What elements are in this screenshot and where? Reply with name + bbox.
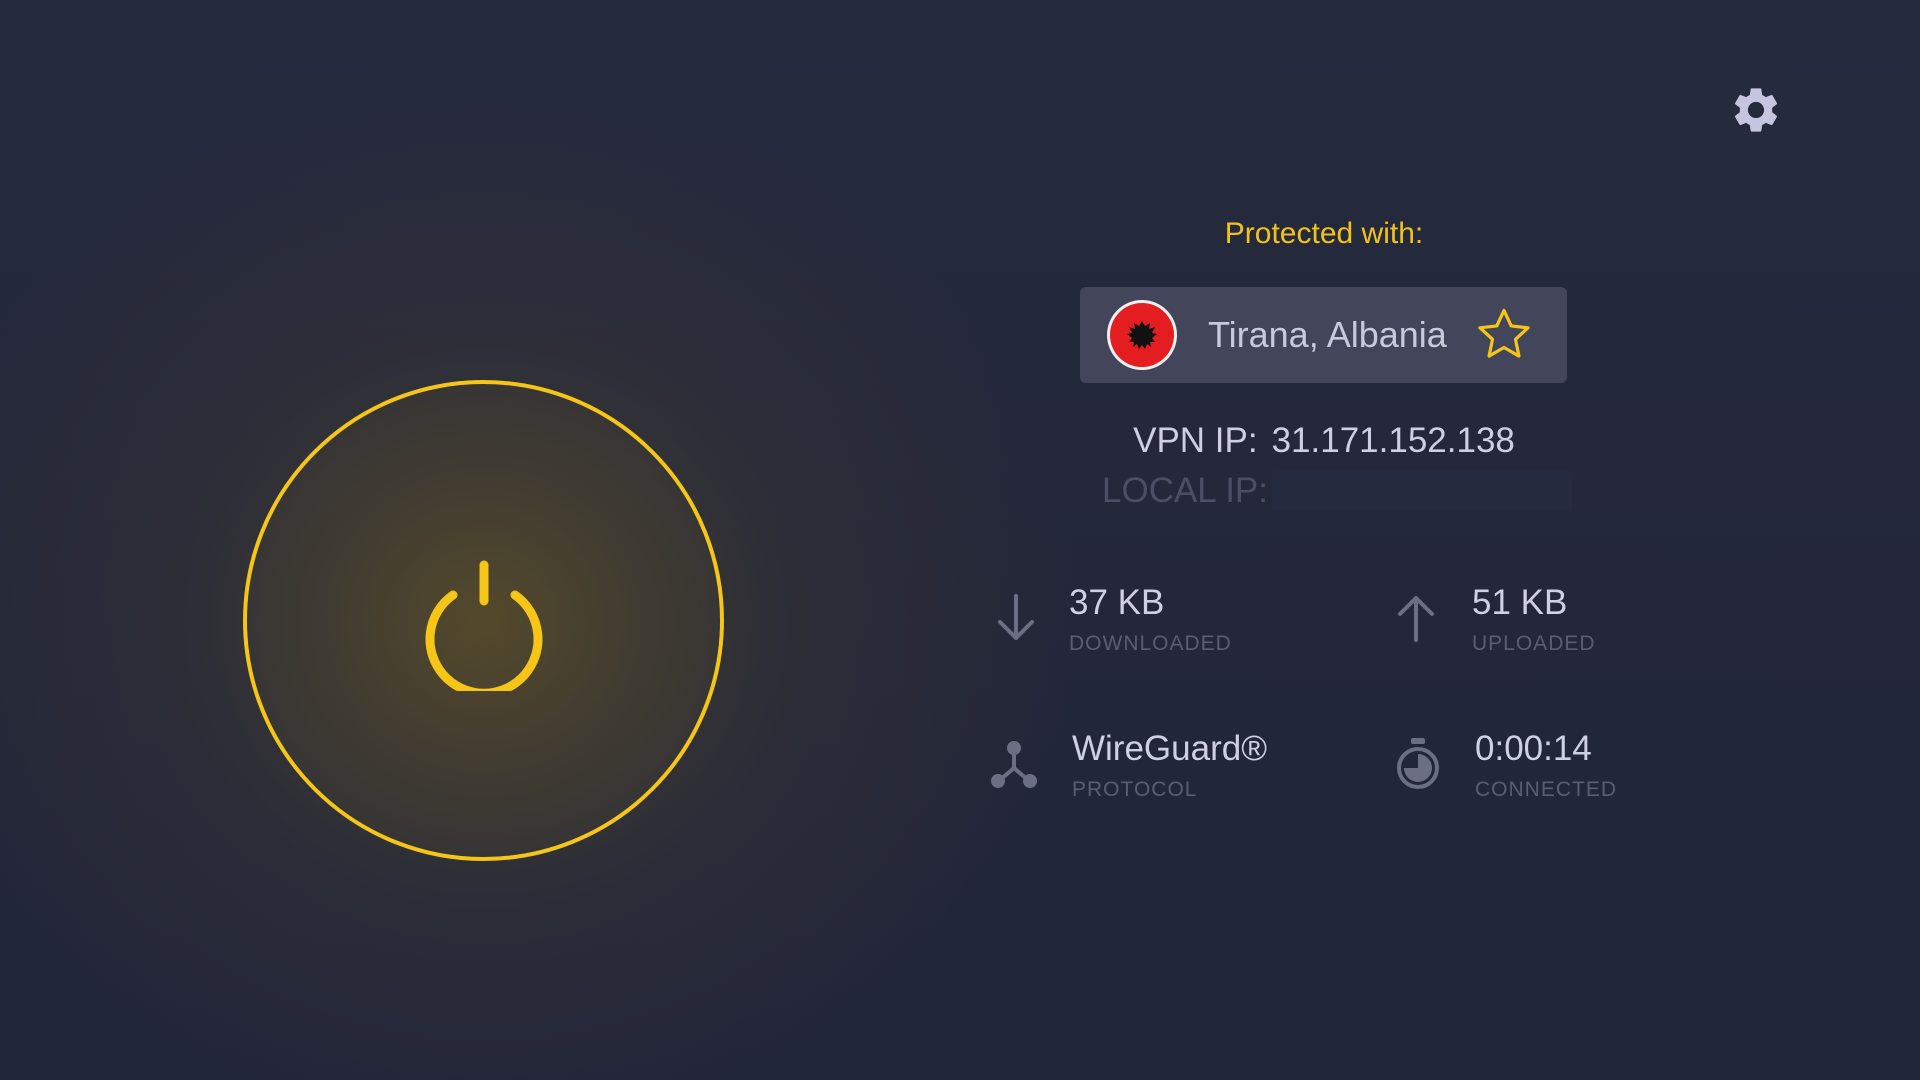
vpn-ip-value: 31.171.152.138	[1271, 421, 1515, 460]
arrow-up-icon	[1398, 596, 1434, 642]
stopwatch-icon	[1397, 738, 1439, 789]
local-ip-label: LOCAL IP:	[1102, 471, 1268, 510]
star-outline-icon	[1478, 308, 1530, 358]
upload-arrow-icon	[1390, 590, 1442, 651]
vpn-ip: VPN IP: 31.171.152.138	[1060, 418, 1588, 464]
gear-icon	[1734, 88, 1778, 132]
protected-label: Protected with:	[1224, 217, 1424, 250]
location-selector[interactable]: Tirana, Albania	[1080, 287, 1567, 383]
uploaded-value: 51 KB	[1472, 583, 1568, 622]
connected-value: 0:00:14	[1475, 729, 1592, 768]
connected-label: CONNECTED	[1475, 778, 1618, 801]
local-ip-hidden-value	[1272, 471, 1572, 511]
protocol-icon-wrap	[988, 736, 1040, 797]
uploaded-label: UPLOADED	[1472, 632, 1596, 655]
favorite-button[interactable]	[1472, 303, 1536, 367]
arrow-down-icon	[998, 594, 1034, 640]
stopwatch-icon-wrap	[1392, 736, 1444, 797]
vpn-ip-label: VPN IP:	[1133, 421, 1258, 460]
location-name: Tirana, Albania	[1208, 314, 1447, 355]
power-icon	[425, 560, 542, 691]
download-arrow-icon	[990, 590, 1042, 651]
power-button[interactable]	[243, 380, 724, 861]
protocol-value: WireGuard®	[1072, 729, 1267, 768]
albania-flag-icon	[1110, 303, 1174, 367]
settings-button[interactable]	[1728, 82, 1784, 138]
downloaded-value: 37 KB	[1069, 583, 1165, 622]
protocol-label: PROTOCOL	[1072, 778, 1198, 801]
protocol-nodes-icon	[991, 741, 1037, 788]
downloaded-label: DOWNLOADED	[1069, 632, 1232, 655]
